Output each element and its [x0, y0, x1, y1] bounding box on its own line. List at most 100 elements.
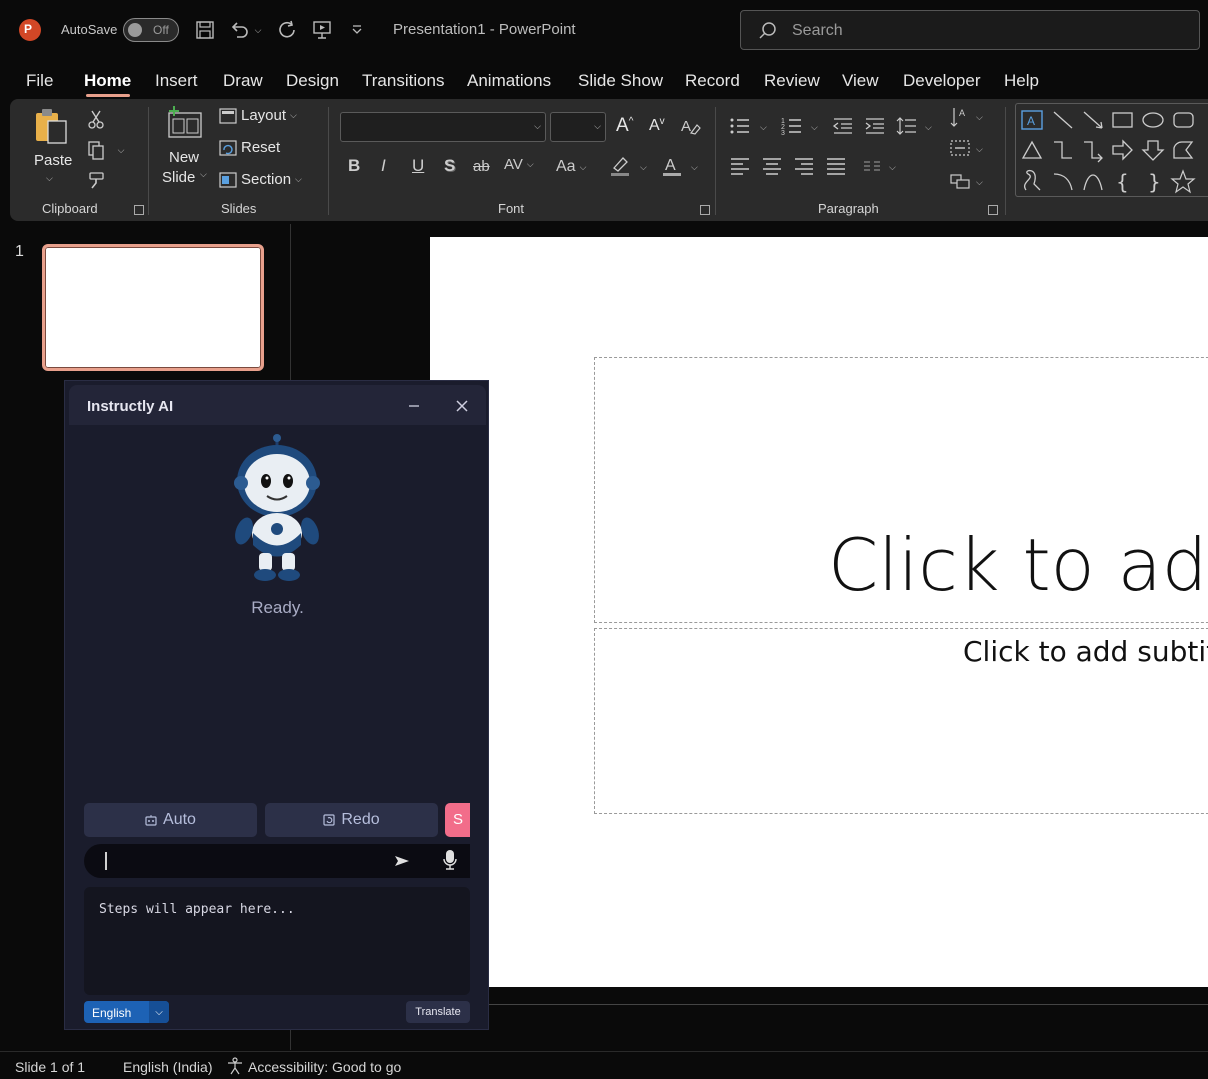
redo-button[interactable]: Redo: [265, 803, 438, 837]
line-spacing-icon[interactable]: [895, 114, 919, 138]
slide-thumbnail[interactable]: [42, 244, 264, 371]
font-size-select[interactable]: ⌵: [550, 112, 606, 142]
justify-icon[interactable]: [824, 154, 848, 178]
text-shadow-button[interactable]: S: [444, 156, 455, 176]
text-direction-dropdown-icon[interactable]: ⌵: [976, 112, 983, 123]
language-value: English: [92, 1006, 132, 1020]
minimize-icon[interactable]: [399, 391, 429, 421]
copy-dropdown-icon[interactable]: ⌵: [114, 138, 128, 162]
undo-icon[interactable]: [228, 18, 252, 42]
copy-icon[interactable]: [84, 138, 108, 162]
svg-text:}: }: [1148, 170, 1161, 194]
line-spacing-dropdown-icon[interactable]: ⌵: [925, 122, 932, 133]
bullets-icon[interactable]: [728, 114, 752, 138]
layout-icon: [219, 107, 237, 124]
tab-review[interactable]: Review: [764, 71, 820, 91]
columns-icon[interactable]: [860, 154, 884, 178]
italic-button[interactable]: I: [381, 156, 386, 176]
grow-font-button[interactable]: A ^: [616, 115, 633, 137]
align-text-icon[interactable]: [948, 136, 972, 160]
character-spacing-button[interactable]: AV ⌵: [504, 156, 534, 173]
accessibility-status[interactable]: Accessibility: Good to go: [248, 1059, 401, 1075]
tab-transitions[interactable]: Transitions: [362, 71, 445, 91]
new-slide-button[interactable]: New Slide ⌵: [162, 105, 212, 189]
font-color-dropdown-icon[interactable]: ⌵: [691, 162, 698, 173]
undo-dropdown-icon[interactable]: ⌵: [251, 18, 265, 42]
slide-canvas[interactable]: Click to add Click to add subtitl: [430, 237, 1208, 987]
tab-draw[interactable]: Draw: [223, 71, 263, 91]
change-case-button[interactable]: Aa ⌵: [556, 158, 586, 176]
bold-button[interactable]: B: [348, 156, 360, 176]
font-color-icon[interactable]: A: [660, 154, 684, 178]
align-text-dropdown-icon[interactable]: ⌵: [976, 144, 983, 155]
spacing-label: AV: [504, 156, 523, 173]
customize-toolbar-icon[interactable]: [345, 18, 369, 42]
search-input[interactable]: Search: [740, 10, 1200, 50]
tab-home[interactable]: Home: [84, 71, 131, 91]
bullets-dropdown-icon[interactable]: ⌵: [760, 122, 767, 133]
numbering-dropdown-icon[interactable]: ⌵: [811, 122, 818, 133]
svg-text:3: 3: [781, 130, 785, 136]
paste-button[interactable]: Paste ⌵: [32, 107, 72, 187]
save-icon[interactable]: [193, 18, 217, 42]
redo-small-icon: [323, 814, 335, 826]
layout-button[interactable]: Layout ⌵: [219, 107, 297, 124]
stop-button[interactable]: S: [445, 803, 470, 837]
smartart-dropdown-icon[interactable]: ⌵: [976, 177, 983, 188]
increase-indent-icon[interactable]: [863, 114, 887, 138]
autosave-label: AutoSave: [61, 22, 118, 37]
close-icon[interactable]: [447, 391, 477, 421]
paragraph-launcher-icon[interactable]: [988, 205, 998, 215]
numbering-icon[interactable]: 123: [780, 114, 804, 138]
align-center-icon[interactable]: [760, 154, 784, 178]
language-select[interactable]: English ⌵: [84, 1001, 169, 1023]
strikethrough-button[interactable]: ab: [473, 158, 490, 175]
tab-design[interactable]: Design: [286, 71, 339, 91]
smartart-icon[interactable]: [948, 169, 972, 193]
new-slide-label-line2: Slide: [162, 169, 196, 186]
redo-icon[interactable]: [276, 18, 300, 42]
command-input[interactable]: [84, 844, 470, 878]
paragraph-group-label: Paragraph: [818, 201, 879, 216]
tab-record[interactable]: Record: [685, 71, 740, 91]
text-direction-icon[interactable]: A: [948, 105, 972, 129]
slide-counter[interactable]: Slide 1 of 1: [15, 1059, 85, 1075]
section-label: Section: [241, 171, 292, 188]
tab-animations[interactable]: Animations: [467, 71, 551, 91]
separator: [1005, 107, 1006, 215]
autosave-toggle[interactable]: Off: [123, 18, 179, 42]
font-launcher-icon[interactable]: [700, 205, 710, 215]
cut-icon[interactable]: [84, 107, 108, 131]
shrink-font-button[interactable]: Av: [649, 116, 665, 135]
accessibility-icon[interactable]: [226, 1057, 244, 1078]
tab-help[interactable]: Help: [1004, 71, 1039, 91]
tab-view[interactable]: View: [842, 71, 879, 91]
clipboard-launcher-icon[interactable]: [134, 205, 144, 215]
section-button[interactable]: Section ⌵: [219, 171, 302, 188]
translate-button[interactable]: Translate: [406, 1001, 470, 1023]
decrease-indent-icon[interactable]: [831, 114, 855, 138]
align-right-icon[interactable]: [792, 154, 816, 178]
tab-file[interactable]: File: [26, 71, 53, 91]
reset-button[interactable]: Reset: [219, 139, 280, 156]
microphone-icon[interactable]: [442, 849, 458, 873]
underline-button[interactable]: U: [412, 156, 424, 176]
auto-button[interactable]: Auto: [84, 803, 257, 837]
notes-divider[interactable]: [489, 1004, 1208, 1005]
columns-dropdown-icon[interactable]: ⌵: [889, 162, 896, 173]
tab-insert[interactable]: Insert: [155, 71, 198, 91]
steps-output: Steps will appear here...: [84, 887, 470, 995]
tab-slide-show[interactable]: Slide Show: [578, 71, 663, 91]
send-icon[interactable]: [394, 853, 410, 869]
align-left-icon[interactable]: [728, 154, 752, 178]
tab-developer[interactable]: Developer: [903, 71, 981, 91]
autosave-state: Off: [153, 23, 169, 37]
highlight-dropdown-icon[interactable]: ⌵: [640, 162, 647, 173]
highlight-icon[interactable]: [608, 154, 632, 178]
language-status[interactable]: English (India): [123, 1059, 213, 1075]
assistant-header[interactable]: Instructly AI: [69, 385, 486, 425]
font-name-select[interactable]: ⌵: [340, 112, 546, 142]
clear-formatting-icon[interactable]: A: [678, 114, 702, 138]
format-painter-icon[interactable]: [84, 168, 108, 192]
presentation-icon[interactable]: [310, 18, 334, 42]
